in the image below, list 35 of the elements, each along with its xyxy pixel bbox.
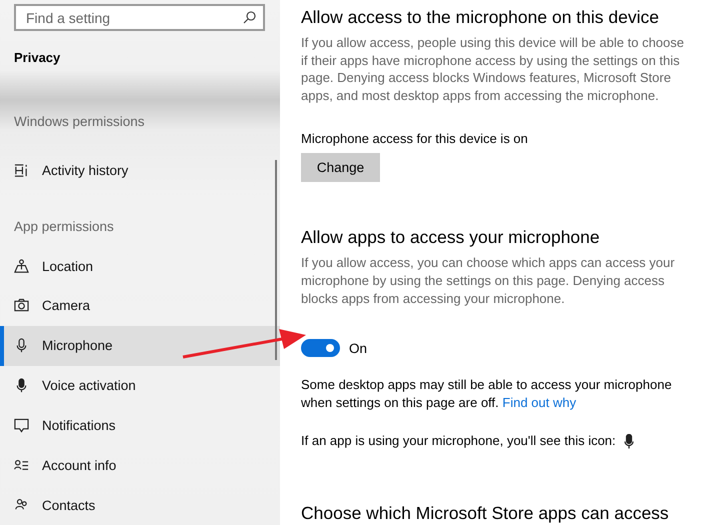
search-icon [243,11,256,24]
speech-bubble-icon [14,418,29,433]
nav-item[interactable]: Contacts [0,485,280,525]
section-title: Allow apps to access your microphone [301,226,601,248]
description-text: If you allow access, you can choose which apps can access your microphone by using the settings on this page. Denying access blocks apps from accessing your microphone. [301,254,676,308]
camera-icon [14,298,29,314]
status-text: Microphone access for this device is on [301,130,529,148]
map-pin-icon [14,258,29,274]
toggle-label: On [349,340,368,356]
nav-item[interactable]: Microphone [0,326,280,366]
search-field[interactable]: Find a setting [14,4,265,31]
nav-item[interactable]: Account info [0,445,280,486]
page-title: Privacy [14,50,62,65]
description-text: If you allow access, people using this device will be able to choose if their apps have microphone access by using the settings on this page. Denying access blocks Windows features, Microsoft Store apps, and most desktop apps from accessing the microphone. [301,34,685,105]
icon-note-text: If an app is using your microphone, you'll see this icon: [301,432,616,450]
nav-item[interactable]: Camera [0,286,280,326]
toggle-switch[interactable] [301,339,340,358]
microphone-icon [624,434,634,449]
change-button[interactable]: Change [301,153,380,182]
timeline-icon [14,162,29,178]
section-title: Allow access to the microphone on this device [301,6,660,28]
nav-item[interactable]: Voice activation [0,366,280,406]
nav-item[interactable]: Location [0,246,280,286]
find-out-why-link[interactable]: Find out why [502,394,576,410]
section-title: Choose which Microsoft Store apps can access [301,502,670,524]
section-heading: Windows permissions [14,114,145,130]
microphone-icon [14,378,29,394]
scrollbar[interactable] [275,160,277,360]
nav-item[interactable]: Notifications [0,405,280,446]
people-icon [14,498,29,512]
contact-card-icon [14,458,29,473]
section-heading: App permissions [14,218,114,234]
nav-item[interactable]: Activity history [0,150,280,190]
microphone-icon [14,338,29,354]
note-text: Some desktop apps may still be able to access your microphone when settings on this page are off. Find out why [301,376,673,412]
